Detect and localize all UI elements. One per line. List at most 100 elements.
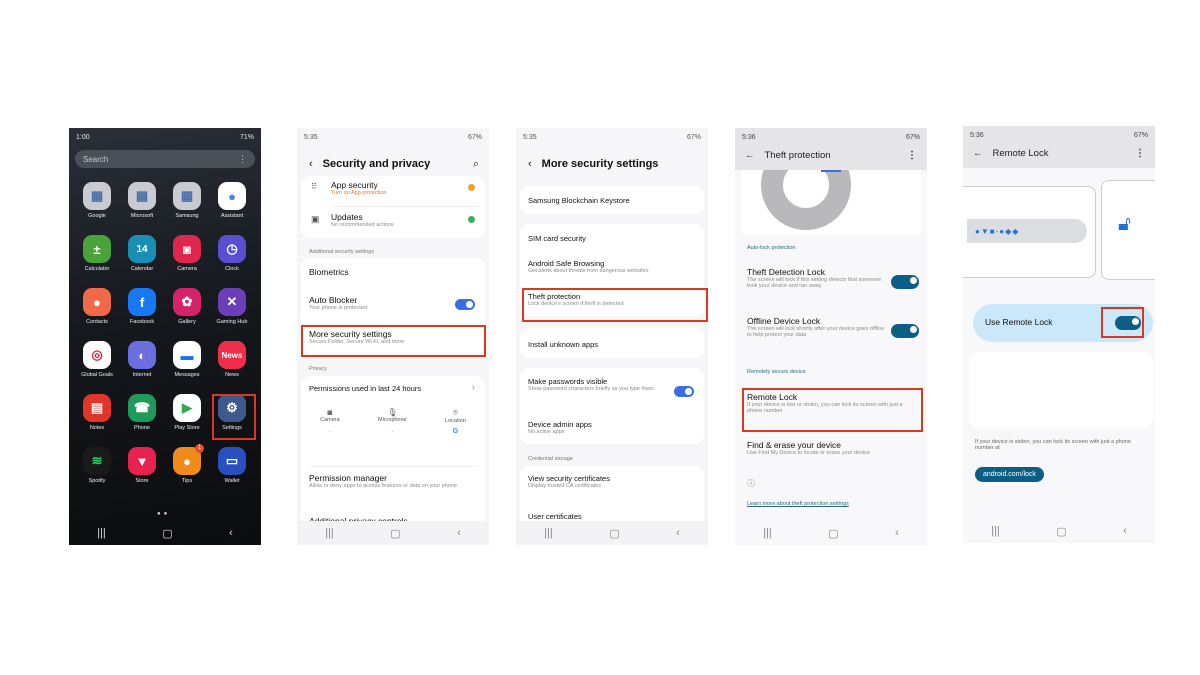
app-google[interactable]: ▦ Google — [75, 182, 119, 219]
perm-microphone[interactable]: 🎙︎ Microphone - — [378, 408, 407, 435]
recents-icon[interactable]: ||| — [544, 527, 553, 539]
security-card: ⠿ App security Turn on App protection ▣ … — [301, 176, 485, 238]
back-icon[interactable]: ‹ — [309, 158, 313, 170]
list-item-permissions-24h[interactable]: Permissions used in last 24 hours — [309, 384, 421, 393]
recents-icon[interactable]: ||| — [97, 527, 106, 539]
list-item-user-certificates[interactable]: User certificates — [528, 512, 582, 521]
home-icon[interactable]: ▢ — [390, 527, 400, 540]
app-facebook[interactable]: f Facebook — [120, 288, 164, 325]
list-item-safe-browsing[interactable]: Android Safe Browsing Get alerts about t… — [528, 259, 648, 274]
app-assistant[interactable]: ● Assistant — [210, 182, 254, 219]
app-microsoft[interactable]: ▦ Microsoft — [120, 182, 164, 219]
header: ‹ More security settings — [528, 158, 658, 170]
unknown-apps-card: Install unknown apps — [520, 328, 704, 358]
home-icon[interactable]: ▢ — [162, 527, 172, 540]
recents-icon[interactable]: ||| — [763, 527, 772, 539]
list-item-sim-security[interactable]: SIM card security — [528, 234, 586, 243]
app-security-icon: ⠿ — [311, 182, 317, 191]
passwords-visible-toggle[interactable] — [674, 386, 694, 397]
list-item-auto-blocker[interactable]: Auto Blocker Your phone is protected — [309, 295, 367, 311]
status-time: 5:36 — [742, 133, 756, 141]
list-item-device-admin[interactable]: Device admin apps No active apps — [528, 420, 592, 435]
list-item-blockchain-keystore[interactable]: Samsung Blockchain Keystore — [528, 196, 630, 205]
perm-label: Camera — [320, 417, 340, 423]
masked-number: ●▼■-●◆◆ — [967, 219, 1087, 243]
nav-bar: ||| ▢ ‹ — [735, 521, 927, 545]
perm-value: - — [329, 429, 331, 435]
list-item-find-erase[interactable]: Find & erase your device Use Find My Dev… — [747, 440, 917, 456]
list-item-updates[interactable]: Updates No recommended actions — [331, 212, 394, 228]
app-wallet[interactable]: ▭ Wallet — [210, 447, 254, 484]
list-item-theft-detection[interactable]: Theft Detection Lock The screen will loc… — [747, 267, 887, 289]
wallet-icon: ▭ — [218, 447, 246, 475]
app-notes[interactable]: ▤ Notes — [75, 394, 119, 431]
blank-card — [969, 352, 1153, 428]
more-options-icon[interactable]: ⋮ — [907, 150, 917, 161]
back-icon[interactable]: ‹ — [1123, 525, 1127, 537]
auto-blocker-toggle[interactable] — [455, 299, 475, 310]
calculator-icon: ± — [83, 235, 111, 263]
perm-location[interactable]: ⌾ Location G — [445, 408, 466, 435]
more-options-icon[interactable]: ⋮ — [1135, 148, 1145, 159]
list-item-view-certificates[interactable]: View security certificates Display trust… — [528, 474, 610, 489]
offline-lock-toggle[interactable] — [891, 324, 919, 338]
app-play-store[interactable]: ▶ Play Store — [165, 394, 209, 431]
header: ‹ Security and privacy — [309, 158, 430, 170]
app-global-goals[interactable]: ◎ Global Goals — [75, 341, 119, 378]
item-subtitle: The screen will lock if this setting det… — [747, 277, 882, 289]
app-calculator[interactable]: ± Calculator — [75, 235, 119, 272]
section-label: Privacy — [309, 366, 328, 372]
app-internet[interactable]: ◐ Internet — [120, 341, 164, 378]
back-icon[interactable]: ‹ — [528, 158, 532, 170]
item-subtitle: No active apps — [528, 429, 565, 435]
list-item-biometrics[interactable]: Biometrics — [309, 267, 349, 277]
list-item-install-unknown-apps[interactable]: Install unknown apps — [528, 340, 598, 349]
item-title: App security — [331, 180, 378, 190]
list-item-passwords-visible[interactable]: Make passwords visible Show password cha… — [528, 377, 676, 392]
back-icon[interactable]: ‹ — [229, 527, 233, 539]
back-arrow-icon[interactable]: ← — [745, 150, 755, 161]
perm-camera[interactable]: ◙ Camera - — [320, 408, 340, 435]
app-store[interactable]: ▼ Store — [120, 447, 164, 484]
app-gaming-hub[interactable]: ✕ Gaming Hub — [210, 288, 254, 325]
list-item-app-security[interactable]: App security Turn on App protection — [331, 180, 386, 196]
android-lock-link[interactable]: android.com/lock — [975, 467, 1044, 482]
item-subtitle: The screen will lock shortly after your … — [747, 326, 885, 338]
page-title: Remote Lock — [992, 148, 1049, 159]
clock-icon: ◷ — [218, 235, 246, 263]
app-label: Clock — [225, 266, 239, 272]
app-tips[interactable]: ● Tips 1 — [165, 444, 209, 484]
app-spotify[interactable]: ≋ Spotify — [75, 447, 119, 484]
app-samsung[interactable]: ▦ Samsung — [165, 182, 209, 219]
app-clock[interactable]: ◷ Clock — [210, 235, 254, 272]
search-icon[interactable]: ⌕ — [473, 158, 479, 171]
app-label: Messages — [174, 372, 200, 378]
app-contacts[interactable]: ● Contacts — [75, 288, 119, 325]
status-bar: 5:36 67% — [735, 128, 927, 146]
home-icon[interactable]: ▢ — [1056, 525, 1066, 538]
list-item-permission-manager[interactable]: Permission manager Allow or deny apps to… — [309, 473, 477, 489]
learn-more-link[interactable]: Learn more about theft protection settin… — [747, 501, 849, 507]
home-icon[interactable]: ▢ — [609, 527, 619, 540]
list-item-offline-lock[interactable]: Offline Device Lock The screen will lock… — [747, 316, 887, 338]
app-phone[interactable]: ☎ Phone — [120, 394, 164, 431]
app-messages[interactable]: ▬ Messages — [165, 341, 209, 378]
back-icon[interactable]: ‹ — [895, 527, 899, 539]
app-gallery[interactable]: ✿ Gallery — [165, 288, 209, 325]
recents-icon[interactable]: ||| — [991, 525, 1000, 537]
app-calendar[interactable]: 14 Calendar — [120, 235, 164, 272]
back-icon[interactable]: ‹ — [676, 527, 680, 539]
recents-icon[interactable]: ||| — [325, 527, 334, 539]
permission-usage: ◙ Camera - 🎙︎ Microphone - ⌾ Location G — [301, 408, 485, 435]
calendar-icon: 14 — [128, 235, 156, 263]
home-icon[interactable]: ▢ — [828, 527, 838, 540]
app-camera[interactable]: ◙ Camera — [165, 235, 209, 272]
search-bar[interactable]: Search ⋮ — [75, 150, 255, 168]
app-label: Contacts — [86, 319, 108, 325]
page-indicator: ●● — [157, 511, 171, 517]
theft-detection-toggle[interactable] — [891, 275, 919, 289]
back-arrow-icon[interactable]: ← — [973, 148, 983, 159]
back-icon[interactable]: ‹ — [457, 527, 461, 539]
more-options-icon[interactable]: ⋮ — [238, 154, 247, 165]
app-news[interactable]: News News — [210, 341, 254, 378]
